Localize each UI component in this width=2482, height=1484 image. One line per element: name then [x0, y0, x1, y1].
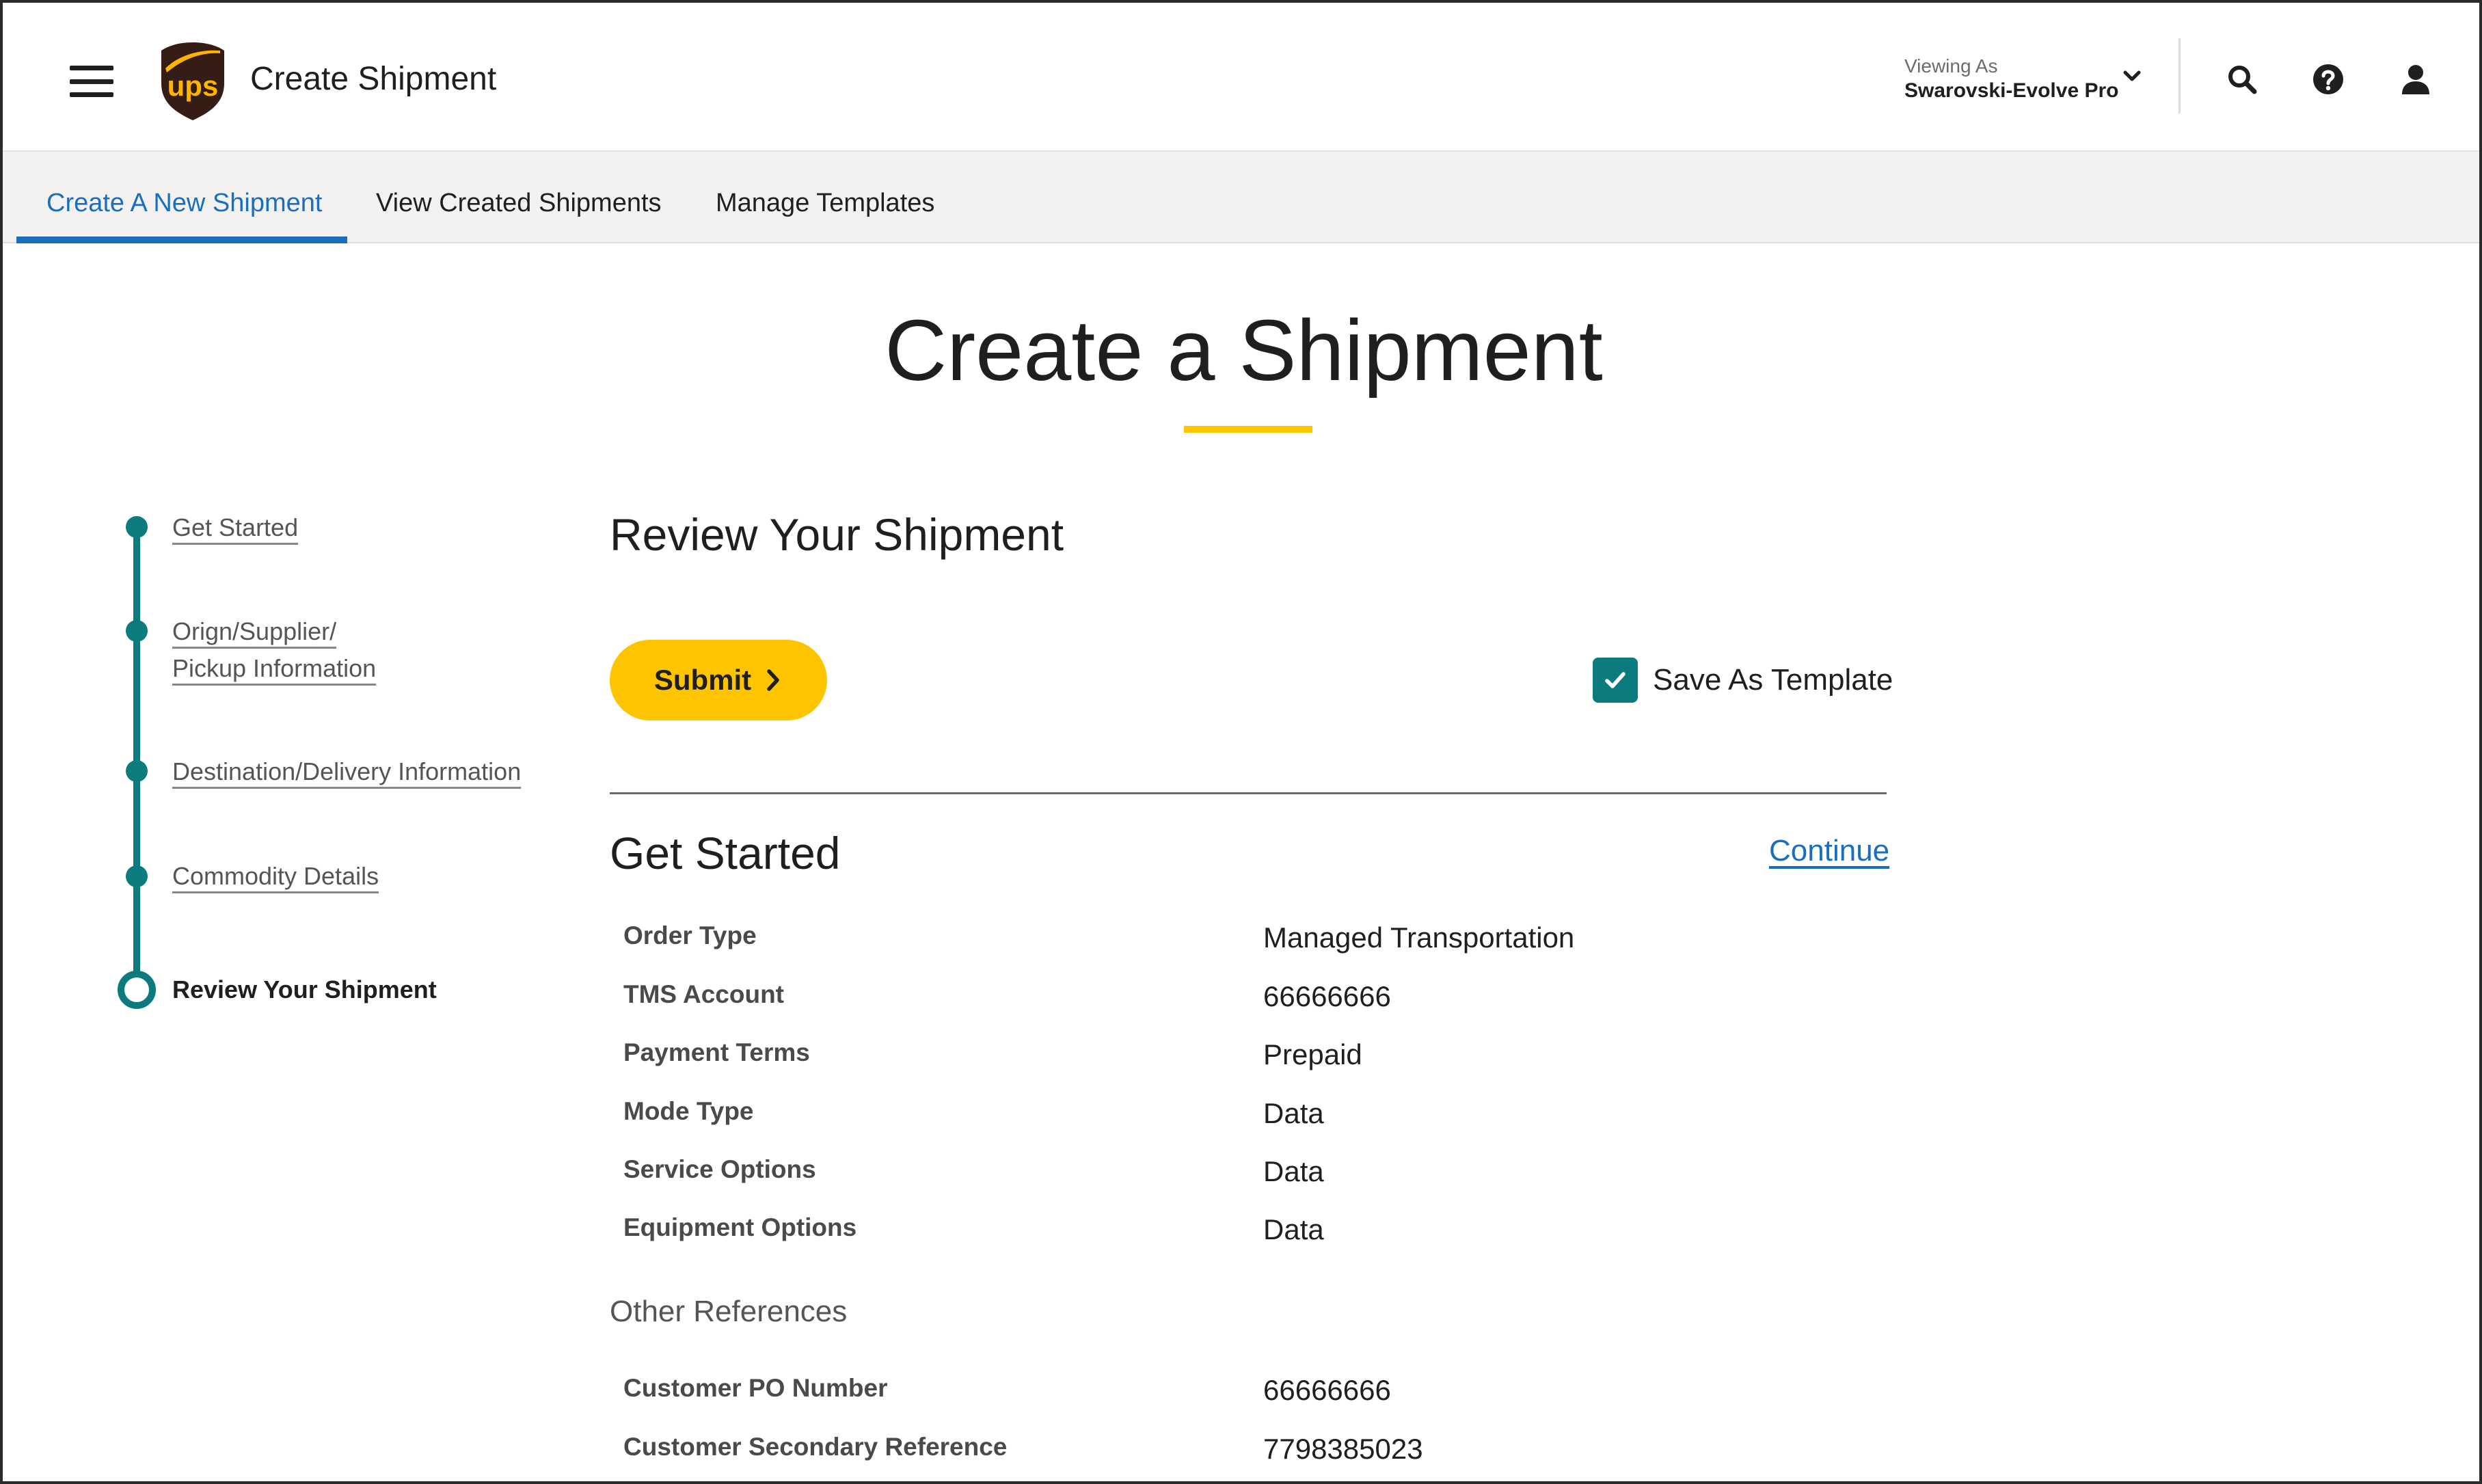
tab-create-new-shipment[interactable]: Create A New Shipment	[46, 189, 322, 218]
step-origin-line1: Orign/Supplier/	[172, 617, 337, 645]
search-icon[interactable]	[2226, 63, 2258, 96]
step-origin-supplier[interactable]: Orign/Supplier/ Pickup Information	[172, 613, 376, 687]
customer-po-label: Customer PO Number	[623, 1374, 888, 1402]
viewing-as-selector[interactable]: Viewing As Swarovski-Evolve Pro	[1904, 55, 2118, 104]
title-underline	[1184, 426, 1312, 433]
order-type-value: Managed Transportation	[1263, 921, 1575, 954]
mode-type-label: Mode Type	[623, 1097, 754, 1125]
step-marker	[126, 865, 148, 887]
step-marker	[126, 516, 148, 538]
payment-terms-label: Payment Terms	[623, 1038, 810, 1066]
chevron-down-icon[interactable]	[2122, 66, 2142, 86]
app-title: Create Shipment	[250, 61, 497, 97]
header-divider	[2179, 38, 2181, 113]
page-title: Create a Shipment	[885, 302, 1603, 399]
submit-button[interactable]: Submit	[610, 640, 827, 720]
step-marker	[126, 760, 148, 782]
mode-type-value: Data	[1263, 1097, 1324, 1129]
tab-manage-templates[interactable]: Manage Templates	[716, 189, 934, 218]
viewing-as-value: Swarovski-Evolve Pro	[1904, 79, 2119, 102]
equipment-options-label: Equipment Options	[623, 1213, 857, 1241]
save-as-template-option[interactable]: Save As Template	[1593, 658, 1893, 703]
continue-link[interactable]: Continue	[1769, 834, 1889, 868]
top-header: ups Create Shipment Viewing As Swarovski…	[3, 3, 2479, 150]
chevron-right-icon	[767, 669, 779, 691]
tms-account-label: TMS Account	[623, 980, 785, 1008]
svg-text:ups: ups	[167, 70, 219, 102]
service-options-value: Data	[1263, 1155, 1324, 1187]
review-heading: Review Your Shipment	[610, 509, 1064, 560]
app-window: ups Create Shipment Viewing As Swarovski…	[0, 0, 2482, 1484]
step-commodity-details[interactable]: Commodity Details	[172, 858, 379, 895]
section-divider	[610, 792, 1887, 794]
ups-logo[interactable]: ups	[159, 41, 227, 122]
payment-terms-value: Prepaid	[1263, 1038, 1362, 1070]
get-started-heading: Get Started	[610, 828, 841, 878]
tms-account-value: 66666666	[1263, 980, 1391, 1012]
help-icon[interactable]	[2312, 63, 2345, 96]
customer-secondary-ref-label: Customer Secondary Reference	[623, 1433, 1008, 1461]
tab-bar: Create A New Shipment View Created Shipm…	[3, 150, 2479, 243]
customer-secondary-ref-value: 7798385023	[1263, 1433, 1423, 1465]
step-marker	[126, 620, 148, 642]
equipment-options-value: Data	[1263, 1213, 1324, 1245]
submit-label: Submit	[653, 664, 752, 696]
active-tab-indicator	[16, 237, 347, 243]
menu-icon[interactable]	[70, 66, 113, 97]
step-origin-line2: Pickup Information	[172, 654, 377, 682]
step-destination-delivery[interactable]: Destination/Delivery Information	[172, 753, 521, 790]
tab-view-created-shipments[interactable]: View Created Shipments	[376, 189, 662, 218]
save-template-label: Save As Template	[1653, 663, 1893, 697]
stepper-track	[133, 526, 140, 990]
service-options-label: Service Options	[623, 1155, 816, 1183]
other-references-heading: Other References	[610, 1295, 848, 1328]
user-icon[interactable]	[2399, 63, 2432, 96]
step-review-shipment: Review Your Shipment	[172, 975, 437, 1003]
viewing-as-label: Viewing As	[1904, 55, 1998, 77]
customer-po-value: 66666666	[1263, 1374, 1391, 1406]
step-marker-current	[118, 971, 156, 1009]
step-get-started[interactable]: Get Started	[172, 509, 298, 546]
order-type-label: Order Type	[623, 921, 757, 949]
save-template-checkbox[interactable]	[1593, 658, 1638, 703]
check-icon	[1605, 672, 1626, 688]
